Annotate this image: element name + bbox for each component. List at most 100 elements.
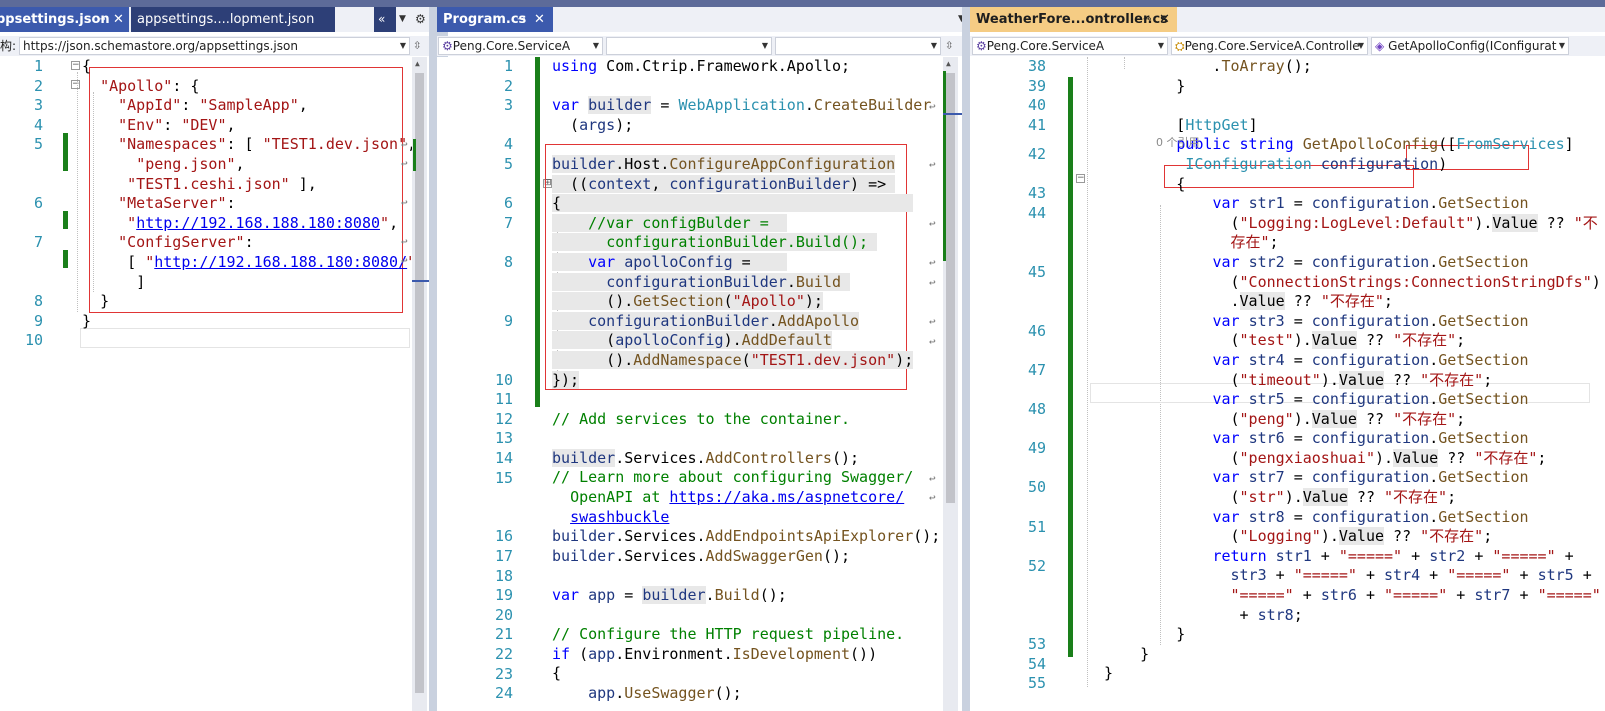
- schema-url-combo[interactable]: https://json.schemastore.org/appsettings…: [19, 37, 410, 55]
- chevron-down-icon: ▼: [592, 41, 599, 50]
- line-number: 42: [1027, 145, 1046, 164]
- type-combo[interactable]: ⛭Peng.Core.ServiceA.Controlle ▼: [1171, 37, 1368, 55]
- vertical-scrollbar[interactable]: ▲: [412, 57, 427, 711]
- word-wrap-glyph: ↩: [929, 491, 936, 504]
- tab-dropdown-icon[interactable]: ▼: [397, 7, 411, 32]
- word-wrap-glyph: ↩: [929, 158, 936, 171]
- line-number: 7: [503, 213, 513, 232]
- change-marker: [1068, 77, 1073, 657]
- pin-icon[interactable]: ⊸: [1143, 7, 1151, 32]
- controller-cs-editor[interactable]: 38 39 40 41 42 43 44 45 46 47 48 49 50 51 52 53 54 55 − .…: [970, 57, 1605, 711]
- chevron-down-icon: ▼: [1558, 41, 1565, 50]
- line-number: 5: [503, 155, 513, 173]
- chevron-down-icon: ▼: [761, 41, 768, 50]
- line-number: 2: [33, 76, 43, 95]
- line-number: 38: [1027, 57, 1046, 75]
- close-icon[interactable]: ✕: [534, 7, 545, 32]
- change-marker: [63, 211, 68, 229]
- pin-icon[interactable]: ⊸: [97, 7, 105, 32]
- fold-toggle-icon[interactable]: −: [71, 61, 80, 70]
- line-number: 41: [1027, 115, 1046, 134]
- change-marker: [63, 133, 68, 171]
- line-number: 4: [33, 115, 43, 134]
- line-number: 7: [33, 233, 43, 252]
- close-icon[interactable]: ✕: [113, 7, 124, 32]
- word-wrap-glyph: ↩: [929, 217, 936, 230]
- tab-label: appsettings....lopment.json: [137, 12, 315, 27]
- line-number: 11: [494, 390, 513, 409]
- pane-splitter[interactable]: [962, 7, 970, 711]
- json-editor[interactable]: 1 2 3 4 5 6 7 8 9 10 − − { "Apollo": { "AppId": "…: [0, 57, 429, 711]
- scroll-up-icon[interactable]: ▲: [946, 59, 951, 68]
- codelens-references[interactable]: 0 个引用: [1156, 134, 1200, 150]
- type-combo[interactable]: ▼: [606, 37, 772, 55]
- close-icon[interactable]: ✕: [1159, 7, 1170, 32]
- member-combo[interactable]: ◈ GetApolloConfig(IConfigurat ▼: [1371, 37, 1569, 55]
- line-number: 18: [494, 566, 513, 585]
- line-number: 16: [494, 527, 513, 546]
- line-number: 10: [494, 370, 513, 389]
- word-wrap-glyph: ↩: [401, 235, 408, 248]
- project-combo-icon: ⚙: [976, 39, 987, 53]
- word-wrap-glyph: ↩: [401, 157, 408, 170]
- ide-title-strip: [0, 0, 1605, 7]
- line-number: 39: [1027, 76, 1046, 95]
- line-number: 3: [33, 96, 43, 115]
- split-editor-icon[interactable]: ⇳: [413, 37, 421, 53]
- split-editor-icon[interactable]: ⇳: [945, 37, 953, 53]
- type-combo-value: Peng.Core.ServiceA.Controlle: [1184, 39, 1360, 53]
- chevron-down-icon: ▼: [1157, 41, 1164, 50]
- program-cs-editor[interactable]: 1 2 3 4 5 6 7 8 9 10 11 12 13 14 15 16 17 18 19 20 21 22 23 24 …: [437, 57, 970, 711]
- tab-weatherforecastcontroller-cs[interactable]: WeatherFore...ontroller.cs ⊸ ✕: [970, 7, 1177, 32]
- line-number: 54: [1027, 654, 1046, 673]
- tab-label: WeatherFore...ontroller.cs: [976, 12, 1168, 27]
- line-number: 2: [503, 76, 513, 95]
- line-number: 8: [503, 253, 513, 271]
- project-combo[interactable]: ⚙Peng.Core.ServiceA ▼: [972, 37, 1168, 55]
- json-code: { "Apollo": { "AppId": "SampleApp", "Env…: [82, 57, 416, 330]
- pin-icon[interactable]: ⊸: [517, 7, 525, 32]
- line-number: 45: [1027, 262, 1046, 281]
- line-number: 47: [1027, 360, 1046, 379]
- project-combo[interactable]: ⚙Peng.Core.ServiceA ▼: [438, 37, 603, 55]
- scroll-up-icon[interactable]: ▲: [415, 59, 420, 68]
- line-number: 55: [1027, 674, 1046, 693]
- tab-appsettings-json[interactable]: ppsettings.json ⊸ ✕: [0, 7, 129, 32]
- line-number: 22: [494, 645, 513, 663]
- line-number: 51: [1027, 517, 1046, 536]
- tab-label: ppsettings.json: [0, 12, 110, 27]
- line-number: 46: [1027, 321, 1046, 340]
- class-icon: ⛭: [1175, 39, 1185, 53]
- line-number: 43: [1027, 184, 1046, 203]
- line-number: 14: [494, 449, 513, 467]
- schema-url: https://json.schemastore.org/appsettings…: [23, 39, 298, 53]
- controller-code: .ToArray(); } [HttpGet] public string Ge…: [1086, 57, 1601, 683]
- line-number: 44: [1027, 204, 1046, 222]
- line-number: 9: [33, 311, 43, 330]
- project-combo-value: Peng.Core.ServiceA: [986, 39, 1105, 53]
- line-number: 12: [494, 409, 513, 428]
- scrollbar-thumb[interactable]: [946, 73, 955, 503]
- tab-program-cs[interactable]: Program.cs ⊸ ✕: [437, 7, 553, 32]
- indent-guide: [77, 72, 78, 312]
- tab-appsettings-development-json[interactable]: appsettings....lopment.json: [131, 7, 335, 32]
- scroll-change-marker: [413, 139, 416, 171]
- member-combo[interactable]: ▼: [775, 37, 941, 55]
- line-number: 19: [494, 586, 513, 605]
- word-wrap-glyph: ↩: [929, 256, 936, 269]
- line-number: 23: [494, 664, 513, 683]
- line-number: 5: [33, 135, 43, 154]
- settings-gear-icon[interactable]: ⚙: [413, 7, 429, 32]
- line-number: 1: [503, 57, 513, 75]
- word-wrap-glyph: ↩: [929, 100, 936, 113]
- word-wrap-glyph: ↩: [929, 335, 936, 348]
- scrollbar-thumb[interactable]: [415, 73, 424, 693]
- word-wrap-glyph: ↩: [401, 138, 408, 151]
- word-wrap-glyph: ↩: [929, 315, 936, 328]
- line-number: 21: [494, 625, 513, 644]
- scroll-tabs-left-icon[interactable]: «: [374, 7, 396, 32]
- vertical-scrollbar[interactable]: ▲: [943, 57, 967, 711]
- fold-toggle-icon[interactable]: −: [71, 80, 80, 89]
- program-cs-code: using Com.Ctrip.Framework.Apollo; var bu…: [552, 57, 941, 702]
- fold-toggle-icon[interactable]: −: [1076, 174, 1085, 183]
